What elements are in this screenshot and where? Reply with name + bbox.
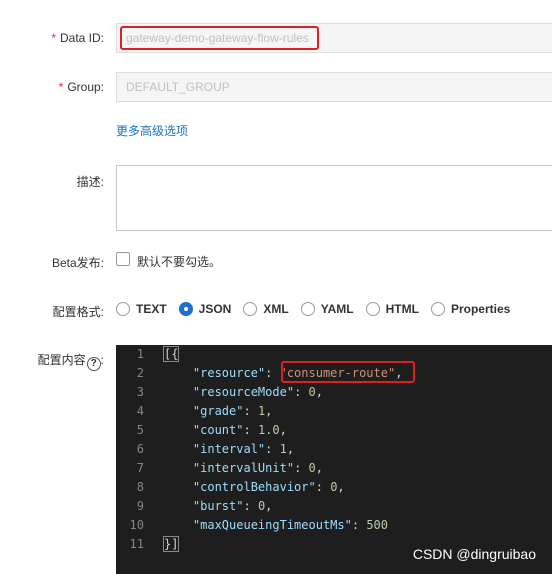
format-radio-xml[interactable]: XML [243,302,289,316]
json-value: 0 [308,461,316,475]
code-line: }] [162,535,402,554]
radio-circle-icon [365,302,380,316]
line-number: 3 [136,385,144,399]
line-number: 4 [136,404,144,418]
data-id-label: * Data ID: [51,31,104,45]
radio-checked-icon [178,302,193,316]
json-comma: , [279,423,287,437]
question-circle-icon[interactable]: ? [86,357,101,371]
json-key: "count" [192,423,244,437]
radio-circle-icon [430,302,445,316]
json-value: 1.0 [257,423,280,437]
advanced-options-link[interactable]: 更多高级选项 [116,122,188,139]
group-label: * Group: [58,80,104,94]
code-line: "burst": 0, [192,499,273,513]
line-number: 1 [136,347,144,361]
beta-checkbox[interactable] [116,252,130,266]
beta-checkbox-text: 默认不要勾选。 [137,255,222,269]
line-number: 8 [136,480,144,494]
watermark: CSDN @dingruibao [412,546,536,562]
radio-circle-icon [300,302,315,316]
format-radio-text[interactable]: TEXT [116,302,167,316]
description-textarea[interactable] [116,165,552,231]
line-number-gutter: 1 2 3 4 5 6 7 8 9 10 11 [116,345,154,554]
data-id-highlight [120,26,319,50]
json-key: "grade" [192,404,244,418]
group-input[interactable]: DEFAULT_GROUP [116,72,552,102]
radio-circle-icon [243,302,258,316]
code-line: "intervalUnit": 0, [192,461,323,475]
json-key: "controlBehavior" [192,480,316,494]
json-comma: , [315,461,323,475]
json-key: "resourceMode" [192,385,295,399]
format-radio-yaml[interactable]: YAML [300,302,354,316]
format-label: 配置格式: [52,305,104,319]
line-number: 10 [129,518,144,532]
radio-circle-icon [116,302,130,316]
line-number: 7 [136,461,144,475]
line-number: 6 [136,442,144,456]
line-number: 9 [136,499,144,513]
description-label: 描述: [76,175,104,189]
json-key: "resource" [192,366,266,380]
format-radio-json[interactable]: JSON [178,302,231,316]
code-line: "resourceMode": 0, [192,385,323,399]
code-line: "maxQueueingTimeoutMs": 500 [192,518,388,532]
line-number: 11 [129,537,144,551]
beta-label: Beta发布: [51,256,104,270]
resource-value-highlight [281,361,415,383]
code-line: "controlBehavior": 0, [192,480,345,494]
code-editor[interactable]: 1 2 3 4 5 6 7 8 9 10 11 [{ "resource": "consumer-r… [116,345,552,574]
line-number: 2 [136,366,144,380]
code-line: "grade": 1, [192,404,273,418]
json-key: "maxQueueingTimeoutMs" [192,518,352,532]
json-open-bracket: [{ [162,346,180,362]
json-key: "interval" [192,442,266,456]
content-label: 配置内容?: [37,353,104,371]
json-key: "burst" [192,499,244,513]
json-comma: , [265,404,273,418]
json-key: "intervalUnit" [192,461,295,475]
json-close-bracket: }] [162,536,180,552]
json-value: 500 [366,518,388,532]
format-radio-html[interactable]: HTML [365,302,419,316]
json-value: 0 [308,385,316,399]
json-comma: , [315,385,323,399]
code-line: "interval": 1, [192,442,295,456]
line-number: 5 [136,423,144,437]
json-comma: , [337,480,345,494]
code-line: "count": 1.0, [192,423,287,437]
format-radio-properties[interactable]: Properties [430,302,510,316]
format-radio-group: TEXT JSON XML YAML HTML Properties [116,300,522,318]
json-comma: , [286,442,295,456]
json-value: 1 [279,442,287,456]
json-comma: , [265,499,273,513]
